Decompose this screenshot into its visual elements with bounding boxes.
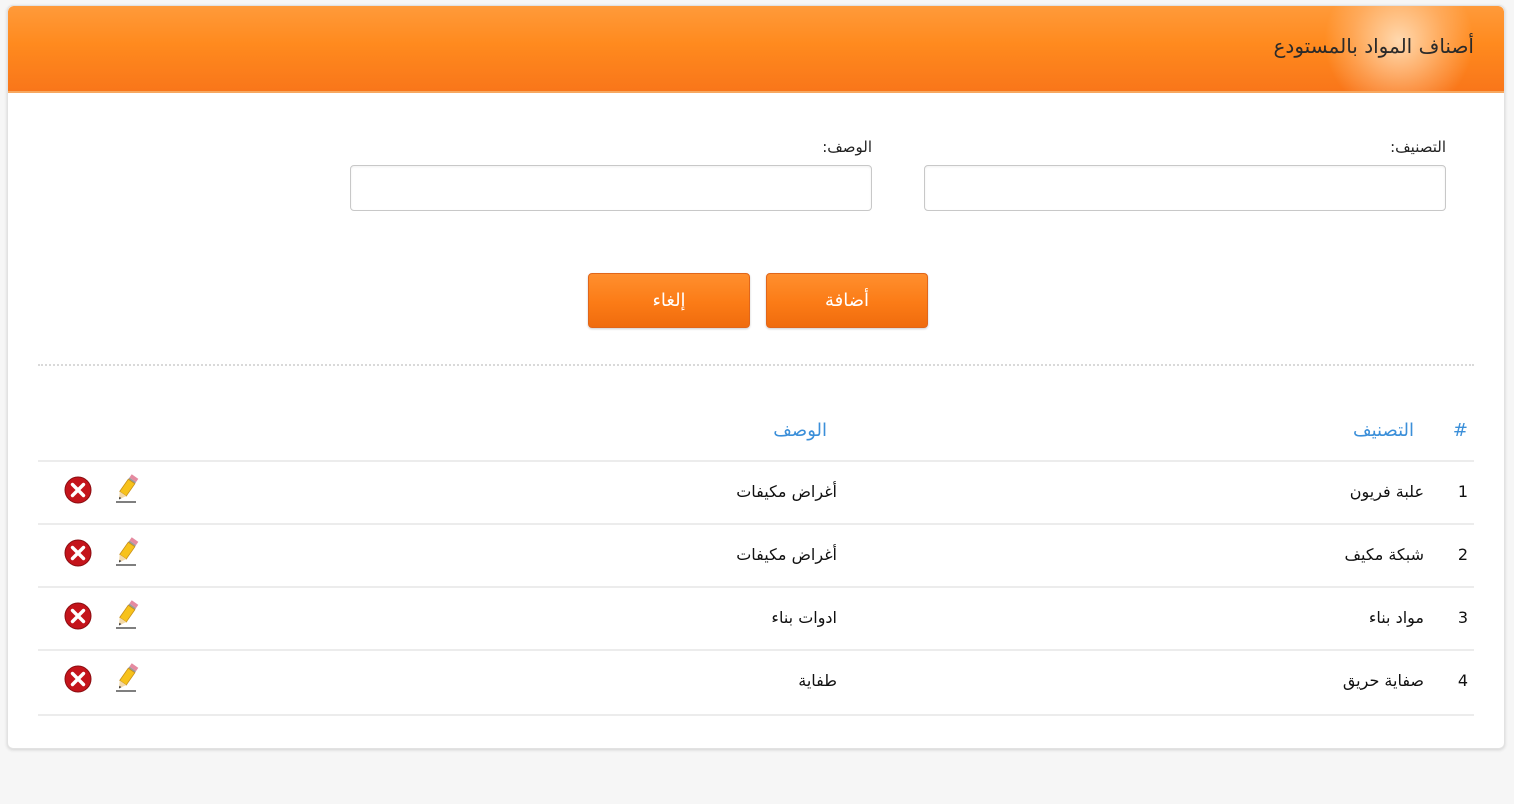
table-row: 3 مواد بناء ادوات بناء (38, 586, 1474, 651)
panel: أصناف المواد بالمستودع التصنيف: الوصف: أ… (7, 5, 1505, 749)
cancel-button[interactable]: إلغاء (588, 273, 750, 328)
table-row: 2 شبكة مكيف أغراض مكيفات (38, 523, 1474, 588)
row-description: طفاية (798, 671, 837, 690)
row-description: أغراض مكيفات (736, 545, 837, 564)
pencil-icon[interactable] (112, 535, 142, 567)
delete-icon[interactable] (64, 476, 92, 504)
row-category: علبة فريون (1349, 482, 1424, 501)
description-label: الوصف: (822, 138, 872, 156)
row-number: 1 (1457, 482, 1468, 501)
column-header-description[interactable]: الوصف (773, 420, 827, 441)
divider (38, 364, 1474, 366)
column-header-number[interactable]: # (1453, 420, 1468, 441)
row-category: شبكة مكيف (1344, 545, 1424, 564)
delete-icon[interactable] (64, 539, 92, 567)
pencil-icon[interactable] (112, 661, 142, 693)
delete-icon[interactable] (64, 665, 92, 693)
page: أصناف المواد بالمستودع التصنيف: الوصف: أ… (0, 0, 1514, 804)
row-description: أغراض مكيفات (736, 482, 837, 501)
row-number: 4 (1457, 671, 1468, 690)
description-input[interactable] (350, 165, 872, 211)
table-row: 4 صفاية حريق طفاية (38, 649, 1474, 716)
category-label: التصنيف: (1390, 138, 1446, 156)
row-category: مواد بناء (1368, 608, 1424, 627)
category-input[interactable] (924, 165, 1446, 211)
page-title: أصناف المواد بالمستودع (1273, 34, 1475, 58)
add-button[interactable]: أضافة (766, 273, 928, 328)
row-number: 2 (1457, 545, 1468, 564)
panel-header: أصناف المواد بالمستودع (8, 6, 1504, 93)
pencil-icon[interactable] (112, 472, 142, 504)
table-row: 1 علبة فريون أغراض مكيفات (38, 460, 1474, 525)
row-number: 3 (1457, 608, 1468, 627)
row-category: صفاية حريق (1342, 671, 1424, 690)
row-description: ادوات بناء (771, 608, 837, 627)
pencil-icon[interactable] (112, 598, 142, 630)
delete-icon[interactable] (64, 602, 92, 630)
column-header-category[interactable]: التصنيف (1353, 420, 1414, 441)
